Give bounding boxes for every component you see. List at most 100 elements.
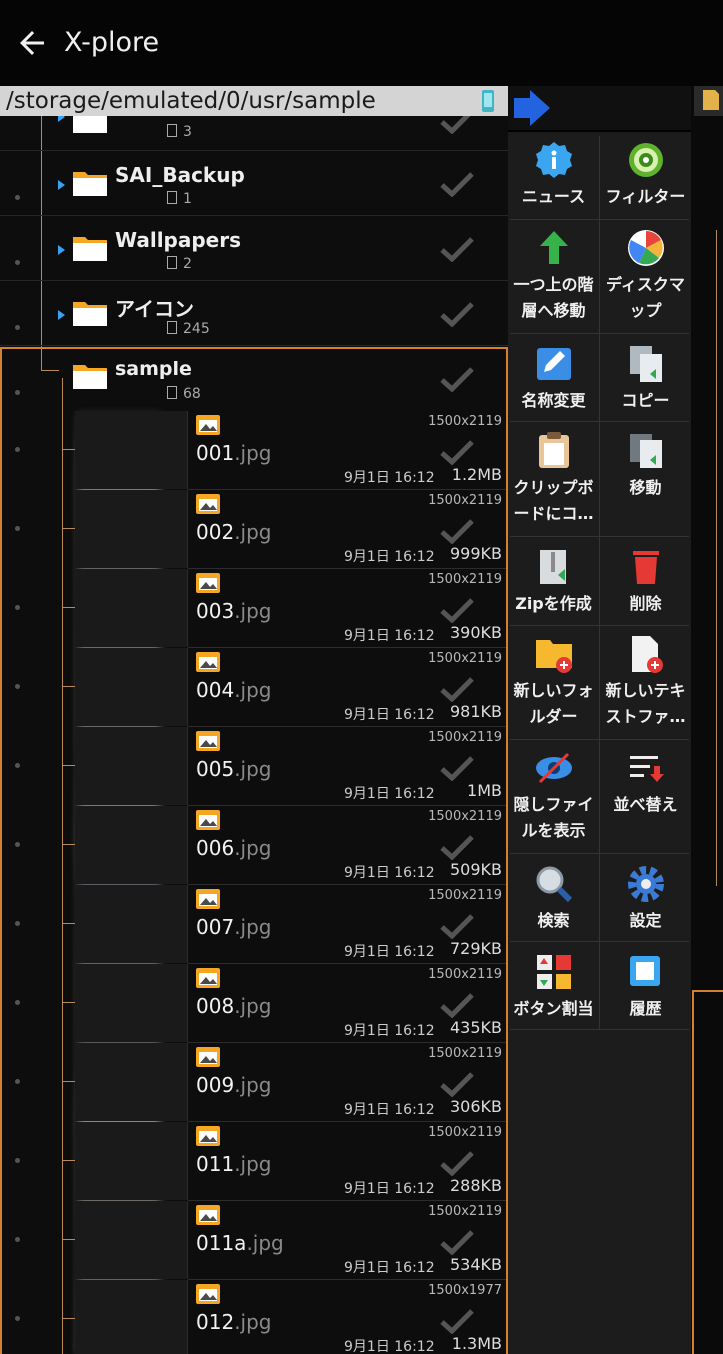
row-bullet [15,921,20,926]
menu-label: ードにコ… [513,504,594,523]
menu-disk-map[interactable]: ディスクマ ップ [600,220,691,333]
checkmark-icon[interactable] [440,301,474,327]
folder-icon [73,237,107,261]
pane-switch-tab[interactable] [508,86,691,130]
menu-show-hidden[interactable]: 隠しファイ ルを表示 [508,740,599,853]
back-arrow-icon[interactable] [14,25,50,61]
file-row[interactable]: 1500x2119 005.jpg 9月1日 16:12 1MB [0,727,508,806]
checkmark-icon[interactable] [440,171,474,197]
thumbnail[interactable] [75,727,188,805]
menu-new-text-file[interactable]: 新しいテキ ストファ… [600,626,691,739]
file-row[interactable]: 1500x2119 004.jpg 9月1日 16:12 981KB [0,648,508,727]
file-row[interactable]: 1500x2119 007.jpg 9月1日 16:12 729KB [0,885,508,964]
thumbnail[interactable] [75,885,188,963]
move-icon [630,434,662,468]
file-extension: .jpg [234,994,272,1018]
folder-row[interactable]: Wallpapers 2 [0,216,508,281]
checkmark-icon[interactable] [440,366,474,392]
checkmark-icon[interactable] [440,116,474,134]
image-resolution: 1500x2119 [428,809,502,824]
file-row[interactable]: 1500x1977 012.jpg 9月1日 16:12 1.3MB [0,1280,508,1354]
thumbnail[interactable] [75,806,188,884]
checkmark-icon[interactable] [440,1071,474,1097]
file-row[interactable]: 1500x2119 001.jpg 9月1日 16:12 1.2MB [0,411,508,490]
checkmark-icon[interactable] [440,1308,474,1334]
folder-name: Wallpapers [115,228,242,252]
file-row[interactable]: 1500x2119 009.jpg 9月1日 16:12 306KB [0,1043,508,1122]
folder-open-icon [73,365,107,389]
checkmark-icon[interactable] [440,755,474,781]
folder-row-partial[interactable]: 3 [0,116,508,151]
file-row[interactable]: 1500x2119 006.jpg 9月1日 16:12 509KB [0,806,508,885]
checkmark-icon[interactable] [440,439,474,465]
checkmark-icon[interactable] [440,1229,474,1255]
thumbnail[interactable] [75,1280,188,1354]
menu-label: Zipを作成 [515,594,592,613]
file-date: 9月1日 16:12 [344,470,435,486]
expand-triangle-icon[interactable] [58,310,65,320]
file-basename: 009 [196,1073,235,1097]
checkmark-icon[interactable] [440,992,474,1018]
arrow-right-icon [514,90,550,126]
menu-label: ディスクマ [606,275,685,294]
menu-label: クリップボ [513,478,594,497]
menu-history[interactable]: 履歴 [600,942,691,1029]
menu-filter[interactable]: フィルター [600,132,691,219]
path-bar[interactable]: /storage/emulated/0/usr/sample [0,86,508,116]
thumbnail[interactable] [75,411,188,489]
menu-delete[interactable]: 削除 [600,537,691,625]
checkmark-icon[interactable] [440,834,474,860]
menu-label: 層へ移動 [521,301,586,320]
menu-copy[interactable]: コピー [600,334,691,421]
item-count: 2 [167,256,192,272]
menu-settings[interactable]: 設定 [600,854,691,941]
folder-row-sample[interactable]: sample 68 [0,346,508,411]
menu-rename[interactable]: 名称変更 [508,334,599,421]
menu-button-assign[interactable]: ボタン割当 [508,942,599,1029]
thumbnail[interactable] [75,964,188,1042]
expand-triangle-icon[interactable] [58,116,65,122]
file-row[interactable]: 1500x2119 011a.jpg 9月1日 16:12 534KB [0,1201,508,1280]
expand-triangle-icon[interactable] [58,180,65,190]
thumbnail[interactable] [75,569,188,647]
menu-sort[interactable]: 並べ替え [600,740,691,853]
checkmark-icon[interactable] [440,676,474,702]
checkmark-icon[interactable] [440,597,474,623]
file-row[interactable]: 1500x2119 008.jpg 9月1日 16:12 435KB [0,964,508,1043]
folder-row[interactable]: SAI_Backup 1 [0,151,508,216]
row-bullet [15,1000,20,1005]
menu-search[interactable]: 検索 [508,854,599,941]
document-icon [167,321,177,334]
menu-news[interactable]: ニュース [508,132,599,219]
thumbnail[interactable] [75,490,188,568]
menu-up-level[interactable]: 一つ上の階 層へ移動 [508,220,599,333]
file-row[interactable]: 1500x2119 002.jpg 9月1日 16:12 999KB [0,490,508,569]
menu-move[interactable]: 移動 [600,422,691,536]
file-row[interactable]: 1500x2119 003.jpg 9月1日 16:12 390KB [0,569,508,648]
thumbnail[interactable] [75,1122,188,1200]
file-name: 011a.jpg [196,1231,284,1255]
thumbnail[interactable] [75,1043,188,1121]
menu-zip[interactable]: Zipを作成 [508,537,599,625]
checkmark-icon[interactable] [440,236,474,262]
folder-plus-icon [536,640,572,673]
search-icon [536,866,573,903]
thumbnail[interactable] [75,1201,188,1279]
file-size: 1MB [467,781,502,800]
thumbnail[interactable] [75,648,188,726]
file-row[interactable]: 1500x2119 011.jpg 9月1日 16:12 288KB [0,1122,508,1201]
checkmark-icon[interactable] [440,518,474,544]
item-count: 1 [167,191,192,207]
file-list[interactable]: 3 SAI_Backup 1 Wallpapers 2 アイコン 245 sam… [0,116,508,1354]
file-extension: .jpg [234,678,272,702]
menu-clipboard[interactable]: クリップボ ードにコ… [508,422,599,536]
menu-new-folder[interactable]: 新しいフォ ルダー [508,626,599,739]
file-basename: 002 [196,520,235,544]
row-bullet [15,1158,20,1163]
folder-row[interactable]: アイコン 245 [0,281,508,346]
checkmark-icon[interactable] [440,913,474,939]
checkmark-icon[interactable] [440,1150,474,1176]
sd-card-tab[interactable] [694,86,723,116]
file-basename: 012 [196,1310,235,1334]
expand-triangle-icon[interactable] [58,245,65,255]
